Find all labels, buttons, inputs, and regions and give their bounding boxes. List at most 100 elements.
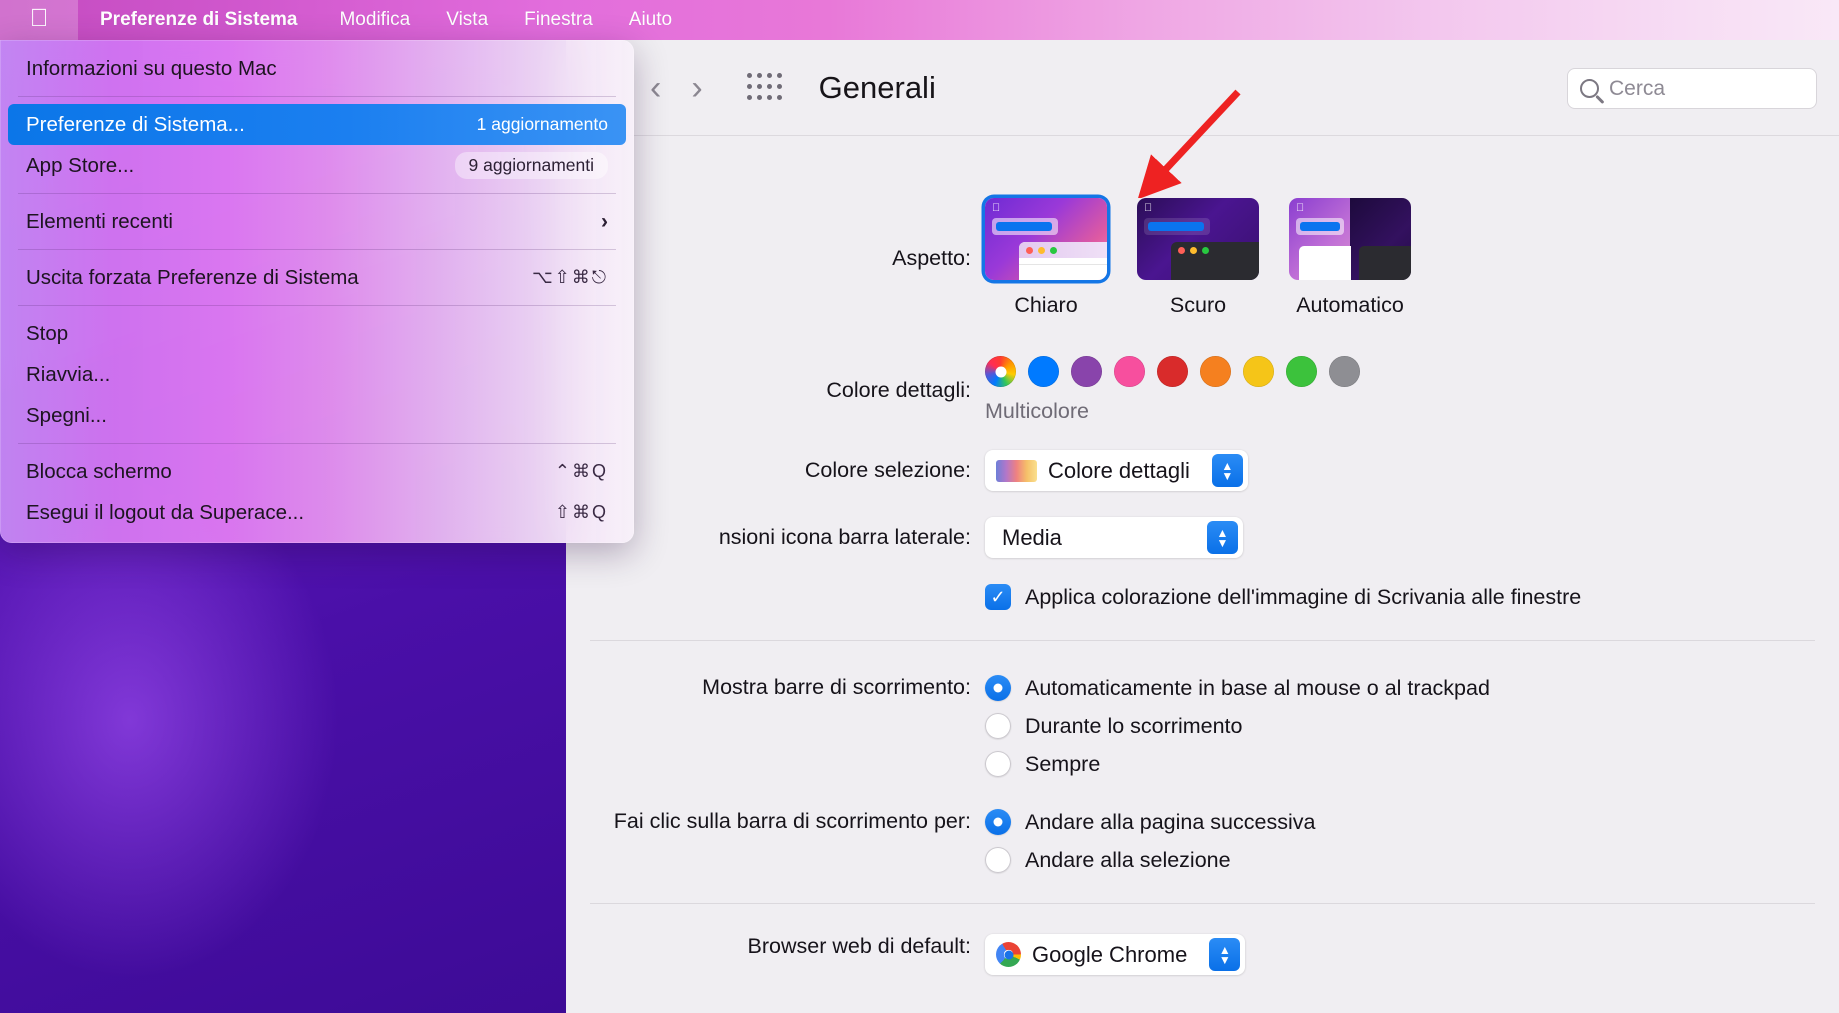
menu-item-lock-screen[interactable]: Blocca schermo ⌃⌘Q (8, 451, 626, 492)
accent-swatch-blue[interactable] (1028, 356, 1059, 387)
highlight-color-row: Colore selezione: Colore dettagli ▲ ▼ (566, 450, 1839, 491)
thumb-window-dark (1171, 242, 1259, 280)
menu-item-recent-items[interactable]: Elementi recenti › (8, 201, 626, 242)
radio-scrollbar-auto[interactable]: Automaticamente in base al mouse o al tr… (985, 675, 1839, 701)
appearance-option-dark[interactable]:  Scuro (1137, 198, 1259, 318)
default-browser-select[interactable]: Google Chrome ▲ ▼ (985, 934, 1246, 975)
menu-item-label: Preferenze di Sistema... (26, 112, 245, 136)
preferences-toolbar: ‹ › Generali Cerca (566, 40, 1839, 136)
apple-logo-icon:  (1296, 203, 1304, 214)
menu-bar:  Preferenze di Sistema Modifica Vista F… (0, 0, 1839, 40)
apple-menu-button[interactable]:  (0, 0, 78, 40)
menu-item-app-store[interactable]: App Store... 9 aggiornamenti (8, 145, 626, 186)
apple-logo-icon:  (992, 203, 1000, 214)
accent-swatch-purple[interactable] (1071, 356, 1102, 387)
appearance-thumb-light[interactable]:  (985, 198, 1107, 280)
menu-separator (18, 305, 616, 306)
radio-jump-next-page[interactable]: Andare alla pagina successiva (985, 809, 1839, 835)
accent-swatch-pink[interactable] (1114, 356, 1145, 387)
screen: ‹ › Generali Cerca Aspetto: Chiaro Scuro… (0, 0, 1839, 1013)
menubar-item-modifica[interactable]: Modifica (321, 0, 428, 40)
chevron-right-icon[interactable]: › (691, 71, 702, 105)
menu-item-label: Informazioni su questo Mac (26, 56, 277, 80)
menubar-item-finestra[interactable]: Finestra (506, 0, 611, 40)
minimize-dot-icon (1190, 246, 1197, 254)
click-scrollbar-row: Fai clic sulla barra di scorrimento per:… (566, 809, 1839, 873)
page-title: Generali (818, 69, 936, 105)
menu-separator (18, 193, 616, 194)
minimize-dot-icon (1038, 246, 1045, 254)
wallpaper-tint-checkbox[interactable]: ✓ (985, 584, 1011, 610)
radio-label: Sempre (1025, 751, 1101, 776)
accent-swatch-yellow[interactable] (1243, 356, 1274, 387)
close-dot-icon (1178, 246, 1185, 254)
sidebar-icon-size-select[interactable]: Media ▲ ▼ (985, 517, 1243, 558)
menubar-item-aiuto[interactable]: Aiuto (611, 0, 690, 40)
radio-label: Durante lo scorrimento (1025, 713, 1243, 738)
menubar-item-vista[interactable]: Vista (428, 0, 506, 40)
apple-logo-icon:  (30, 6, 49, 31)
thumb-menu-dark (1144, 218, 1210, 235)
search-field[interactable]: Cerca (1567, 68, 1817, 109)
radio-button[interactable] (985, 809, 1011, 835)
appearance-thumb-dark[interactable]:  (1137, 198, 1259, 280)
click-scrollbar-label: Fai clic sulla barra di scorrimento per: (613, 809, 971, 833)
radio-button[interactable] (985, 675, 1011, 701)
menu-item-label: Uscita forzata Preferenze di Sistema (26, 265, 359, 289)
wallpaper-tint-checkbox-line[interactable]: ✓ Applica colorazione dell'immagine di S… (985, 584, 1839, 610)
thumb-window-auto-dark (1359, 246, 1411, 280)
accent-swatch-multicolor[interactable] (985, 356, 1016, 387)
sidebar-icon-size-value: Media (1002, 524, 1062, 550)
menubar-item-app-name[interactable]: Preferenze di Sistema (78, 0, 321, 40)
default-browser-label: Browser web di default: (747, 934, 971, 958)
menu-item-force-quit[interactable]: Uscita forzata Preferenze di Sistema ⌥⇧⌘… (8, 257, 626, 298)
grid-icon[interactable] (746, 72, 783, 103)
chevron-left-icon[interactable]: ‹ (650, 71, 661, 105)
zoom-dot-icon (1050, 246, 1057, 254)
menu-separator (18, 443, 616, 444)
menu-item-shortcut: ⇧⌘Q (554, 502, 608, 522)
menu-item-logout[interactable]: Esegui il logout da Superace... ⇧⌘Q (8, 492, 626, 533)
radio-button[interactable] (985, 751, 1011, 777)
click-scrollbar-options: Andare alla pagina successiva Andare all… (985, 809, 1839, 873)
menu-item-about-this-mac[interactable]: Informazioni su questo Mac (8, 48, 626, 89)
menu-item-sleep[interactable]: Stop (8, 313, 626, 354)
radio-scrollbar-when-scrolling[interactable]: Durante lo scorrimento (985, 713, 1839, 739)
menu-item-label: App Store... (26, 153, 135, 177)
wallpaper-tint-row: ✓ Applica colorazione dell'immagine di S… (566, 584, 1839, 610)
menu-item-system-preferences[interactable]: Preferenze di Sistema... 1 aggiornamento (8, 104, 626, 145)
apple-dropdown-menu: Informazioni su questo Mac Preferenze di… (0, 40, 634, 543)
thumb-menu-auto (1296, 218, 1344, 235)
radio-button[interactable] (985, 713, 1011, 739)
appearance-row: Aspetto:  (566, 198, 1839, 318)
chevron-updown-icon[interactable]: ▲ ▼ (1211, 454, 1243, 487)
section-divider-2 (590, 903, 1815, 904)
menu-item-shutdown[interactable]: Spegni... (8, 395, 626, 436)
accent-swatch-graphite[interactable] (1329, 356, 1360, 387)
appearance-option-auto[interactable]:  (1289, 198, 1411, 318)
accent-swatch-green[interactable] (1286, 356, 1317, 387)
accent-color-caption: Multicolore (985, 399, 1089, 423)
appearance-label-light: Chiaro (1014, 293, 1078, 317)
radio-jump-to-spot[interactable]: Andare alla selezione (985, 847, 1839, 873)
radio-label: Automaticamente in base al mouse o al tr… (1025, 675, 1490, 700)
radio-scrollbar-always[interactable]: Sempre (985, 751, 1839, 777)
appearance-option-light[interactable]:  (985, 198, 1107, 318)
chevron-updown-icon[interactable]: ▲ ▼ (1207, 521, 1238, 554)
section-divider (590, 640, 1815, 641)
search-placeholder: Cerca (1609, 76, 1666, 100)
radio-label: Andare alla pagina successiva (1025, 809, 1316, 834)
search-icon (1580, 79, 1599, 98)
menu-item-label: Spegni... (26, 403, 107, 427)
chevron-updown-icon[interactable]: ▲ ▼ (1209, 938, 1241, 971)
menu-item-label: Blocca schermo (26, 459, 172, 483)
appearance-label-auto: Automatico (1296, 293, 1404, 317)
appearance-thumb-auto[interactable]:  (1289, 198, 1411, 280)
wallpaper-tint-label: Applica colorazione dell'immagine di Scr… (1025, 584, 1582, 609)
radio-button[interactable] (985, 847, 1011, 873)
menu-separator (18, 249, 616, 250)
accent-swatch-orange[interactable] (1200, 356, 1231, 387)
accent-swatch-red[interactable] (1157, 356, 1188, 387)
highlight-color-select[interactable]: Colore dettagli ▲ ▼ (985, 450, 1248, 491)
menu-item-restart[interactable]: Riavvia... (8, 354, 626, 395)
